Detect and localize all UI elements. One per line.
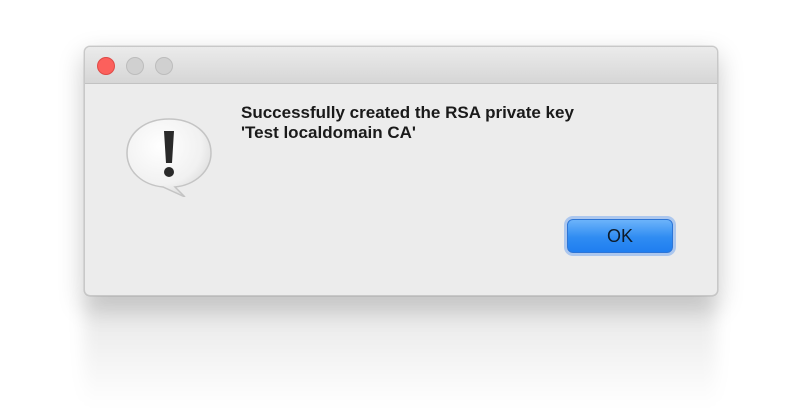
alert-message: Successfully created the RSA private key…	[241, 103, 701, 143]
exclamation-alert-icon	[126, 118, 212, 197]
alert-message-line-2: 'Test localdomain CA'	[241, 123, 416, 142]
alert-dialog-window: Successfully created the RSA private key…	[84, 46, 718, 296]
zoom-window-button[interactable]	[155, 57, 173, 75]
ok-button[interactable]: OK	[567, 219, 673, 253]
title-bar[interactable]	[85, 47, 717, 84]
close-window-button[interactable]	[97, 57, 115, 75]
desktop-stage: Successfully created the RSA private key…	[0, 0, 800, 414]
window-reflection	[84, 296, 716, 406]
alert-message-line-1: Successfully created the RSA private key	[241, 103, 574, 122]
minimize-window-button[interactable]	[126, 57, 144, 75]
